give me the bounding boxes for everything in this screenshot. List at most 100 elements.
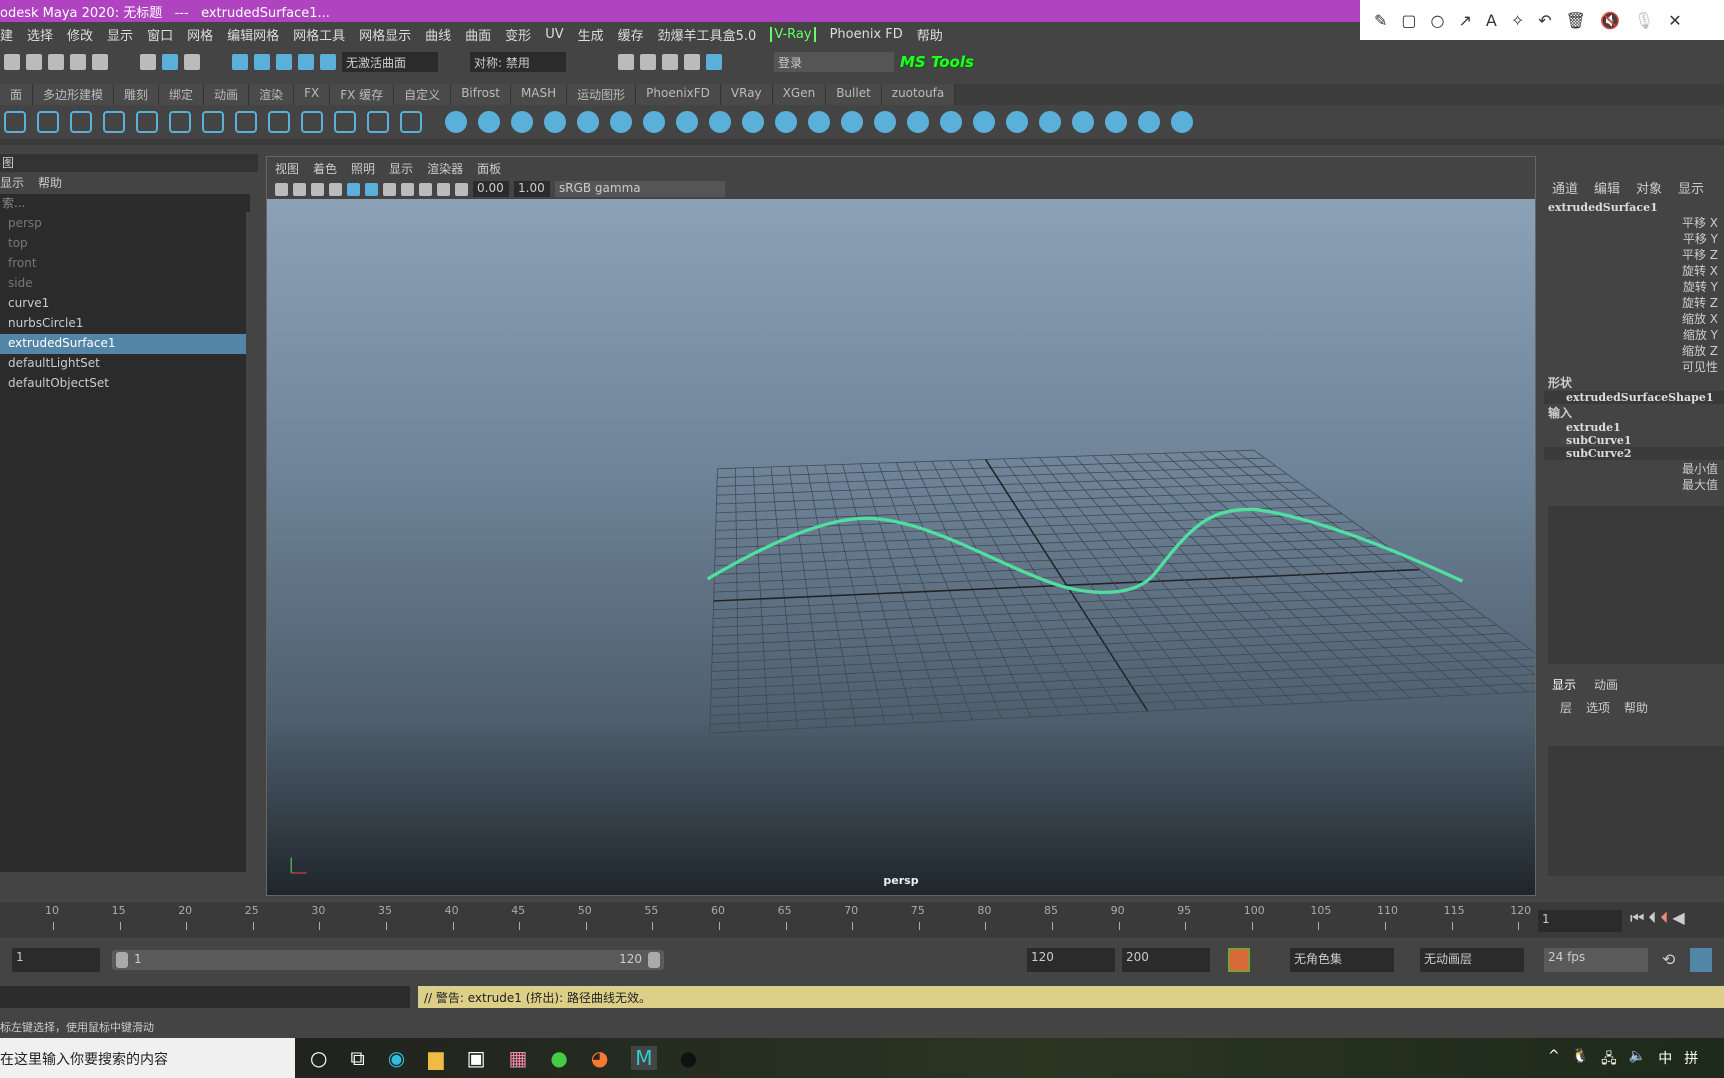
shelf-tool-icon[interactable] <box>367 111 389 133</box>
snap-curve-icon[interactable] <box>254 54 270 70</box>
smooth-shade-icon[interactable] <box>365 182 378 196</box>
menu-item[interactable]: 生成 <box>578 25 604 44</box>
bookmark-icon[interactable] <box>293 182 306 196</box>
ms-tools-logo[interactable]: MS Tools <box>900 53 974 71</box>
network-icon[interactable]: 🖧 <box>1601 1048 1617 1072</box>
menu-item[interactable]: V-Ray <box>770 26 816 42</box>
channel-menu-item[interactable]: 对象 <box>1636 178 1662 197</box>
mute-icon[interactable]: 🔇 <box>1600 11 1620 30</box>
live-surface-field[interactable]: 无激活曲面 <box>342 52 438 72</box>
ime-mode[interactable]: 拼 <box>1684 1048 1698 1072</box>
shelf-tool-icon[interactable] <box>334 111 356 133</box>
shelf-tool-icon[interactable] <box>1039 111 1061 133</box>
shelf-tab[interactable]: 运动图形 <box>567 84 637 105</box>
textured-icon[interactable] <box>383 182 396 196</box>
wechat-icon[interactable]: ● <box>550 1046 567 1070</box>
wireframe-icon[interactable] <box>347 182 360 196</box>
channel-attr[interactable]: 旋转 Y <box>1544 278 1724 294</box>
text-icon[interactable]: A <box>1486 11 1497 30</box>
task-view-icon[interactable]: ⧉ <box>350 1046 364 1070</box>
shelf-tab[interactable]: Bifrost <box>451 84 511 105</box>
playback-controls[interactable]: ⏮⏴⏴◀ <box>1630 908 1689 928</box>
viewport-menu-item[interactable]: 照明 <box>351 160 375 176</box>
input-node[interactable]: subCurve1 <box>1544 434 1724 447</box>
shelf-tool-icon[interactable] <box>544 111 566 133</box>
new-scene-icon[interactable] <box>4 54 20 70</box>
layer-menu-help[interactable]: 帮助 <box>1624 699 1648 716</box>
loop-icon[interactable]: ⟲ <box>1662 950 1675 969</box>
shelf-tool-icon[interactable] <box>940 111 962 133</box>
shape-node[interactable]: extrudedSurfaceShape1 <box>1544 391 1724 404</box>
shelf-tool-icon[interactable] <box>4 111 26 133</box>
tab-display[interactable]: 显示 <box>1552 676 1576 693</box>
shadows-icon[interactable] <box>419 182 432 196</box>
close-icon[interactable]: ✕ <box>1668 11 1681 30</box>
snap-point-icon[interactable] <box>276 54 292 70</box>
shelf-tool-icon[interactable] <box>136 111 158 133</box>
anim-layer-dropdown[interactable]: 无动画层 <box>1420 948 1524 972</box>
shelf-tab[interactable]: VRay <box>720 84 773 105</box>
shelf-tool-icon[interactable] <box>169 111 191 133</box>
channel-attr[interactable]: 缩放 Z <box>1544 342 1724 358</box>
circle-icon[interactable]: ○ <box>1431 11 1445 30</box>
shelf-tab[interactable]: 渲染 <box>249 84 295 105</box>
input-node[interactable]: subCurve2 <box>1544 447 1724 460</box>
rectangle-icon[interactable]: ▢ <box>1401 11 1416 30</box>
xray-icon[interactable] <box>437 182 450 196</box>
range-slider[interactable]: 1 120 <box>112 950 664 970</box>
shelf-tab[interactable]: zuotoufa <box>881 84 956 105</box>
arrow-icon[interactable]: ↗ <box>1459 11 1472 30</box>
menu-item[interactable]: UV <box>545 27 563 42</box>
menu-item[interactable]: 曲线 <box>425 25 451 44</box>
color-space-dropdown[interactable]: sRGB gamma <box>555 181 725 197</box>
layer-menu-layers[interactable]: 层 <box>1560 699 1572 716</box>
snap-surface-icon[interactable] <box>320 54 336 70</box>
shelf-tab[interactable]: FX 缓存 <box>330 84 395 105</box>
viewport-menu-item[interactable]: 渲染器 <box>427 160 463 176</box>
gamma-field[interactable]: 1.00 <box>514 181 550 197</box>
shelf-tool-icon[interactable] <box>445 111 467 133</box>
menu-item[interactable]: 显示 <box>107 25 133 44</box>
shelf-tool-icon[interactable] <box>742 111 764 133</box>
ime-lang[interactable]: 中 <box>1658 1048 1672 1072</box>
menu-item[interactable]: 建 <box>0 25 13 44</box>
shelf-tab[interactable]: 面 <box>0 84 34 105</box>
menu-item[interactable]: 网格 <box>187 25 213 44</box>
shelf-tool-icon[interactable] <box>775 111 797 133</box>
trash-icon[interactable]: 🗑 <box>1566 11 1586 30</box>
current-frame-field[interactable]: 1 <box>1538 910 1622 932</box>
channel-attr[interactable]: 平移 Z <box>1544 246 1724 262</box>
snap-view-icon[interactable] <box>298 54 314 70</box>
outliner-item[interactable]: top <box>0 234 246 254</box>
channel-attr[interactable]: 平移 X <box>1544 214 1724 230</box>
channel-attr[interactable]: 缩放 Y <box>1544 326 1724 342</box>
shelf-tool-icon[interactable] <box>643 111 665 133</box>
chevron-up-icon[interactable]: ^ <box>1548 1048 1560 1072</box>
select-object-icon[interactable] <box>162 54 178 70</box>
tab-animation[interactable]: 动画 <box>1594 676 1618 693</box>
menu-item[interactable]: 劲爆羊工具盒5.0 <box>658 25 757 44</box>
shelf-tool-icon[interactable] <box>202 111 224 133</box>
anim-end-field[interactable]: 200 <box>1122 948 1210 972</box>
outliner-item[interactable]: nurbsCircle1 <box>0 314 246 334</box>
end-frame-field[interactable]: 120 <box>1027 948 1115 972</box>
shelf-tool-icon[interactable] <box>268 111 290 133</box>
menu-item[interactable]: 编辑网格 <box>227 25 279 44</box>
menu-item[interactable]: 选择 <box>27 25 53 44</box>
shelf-tab[interactable]: 雕刻 <box>114 84 160 105</box>
lights-icon[interactable] <box>401 182 414 196</box>
range-end-handle[interactable] <box>648 952 660 968</box>
command-input[interactable] <box>0 986 410 1008</box>
snap-grid-icon[interactable] <box>232 54 248 70</box>
select-component-icon[interactable] <box>184 54 200 70</box>
menu-item[interactable]: Phoenix FD <box>830 27 903 42</box>
channel-attr[interactable]: 旋转 X <box>1544 262 1724 278</box>
cortana-icon[interactable]: ○ <box>310 1046 327 1070</box>
outliner-item[interactable]: extrudedSurface1 <box>0 334 246 354</box>
shelf-tool-icon[interactable] <box>478 111 500 133</box>
shelf-tool-icon[interactable] <box>907 111 929 133</box>
channel-menu-item[interactable]: 显示 <box>1678 178 1704 197</box>
hypershade-icon[interactable] <box>706 54 722 70</box>
outliner-item[interactable]: curve1 <box>0 294 246 314</box>
shelf-tool-icon[interactable] <box>676 111 698 133</box>
